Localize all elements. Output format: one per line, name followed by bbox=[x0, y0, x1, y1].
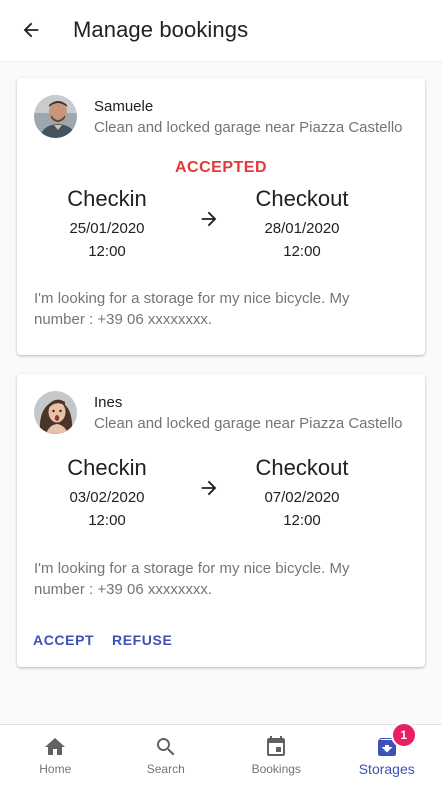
checkout-label: Checkout bbox=[222, 454, 382, 482]
avatar bbox=[34, 391, 77, 434]
checkout-date: 28/01/2020 bbox=[222, 219, 382, 239]
checkin-block: Checkin 03/02/2020 12:00 bbox=[27, 454, 187, 531]
status-badge: ACCEPTED bbox=[17, 159, 425, 177]
storage-name[interactable]: Clean and locked garage near Piazza Cast… bbox=[94, 119, 403, 136]
checkout-block: Checkout 28/01/2020 12:00 bbox=[222, 185, 382, 262]
booking-message: I'm looking for a storage for my nice bi… bbox=[34, 558, 384, 600]
user-name: Samuele bbox=[94, 98, 153, 115]
checkout-time: 12:00 bbox=[222, 242, 382, 262]
user-name: Ines bbox=[94, 394, 122, 411]
nav-label: Storages bbox=[359, 761, 415, 777]
checkin-date: 25/01/2020 bbox=[27, 219, 187, 239]
bottom-navigation: Home Search Bookings 1 Storages bbox=[0, 724, 442, 787]
nav-label: Bookings bbox=[252, 762, 301, 776]
page-title: Manage bookings bbox=[73, 17, 248, 43]
avatar bbox=[34, 95, 77, 138]
checkout-block: Checkout 07/02/2020 12:00 bbox=[222, 454, 382, 531]
checkin-label: Checkin bbox=[27, 454, 187, 482]
checkout-date: 07/02/2020 bbox=[222, 488, 382, 508]
nav-item-storages[interactable]: 1 Storages bbox=[332, 725, 442, 787]
app-bar: Manage bookings bbox=[0, 0, 442, 62]
checkin-time: 12:00 bbox=[27, 242, 187, 262]
refuse-button[interactable]: REFUSE bbox=[112, 632, 172, 648]
checkin-label: Checkin bbox=[27, 185, 187, 213]
calendar-icon bbox=[264, 735, 288, 759]
arrow-back-icon bbox=[20, 19, 42, 41]
checkin-date: 03/02/2020 bbox=[27, 488, 187, 508]
home-icon bbox=[43, 735, 67, 759]
booking-message: I'm looking for a storage for my nice bi… bbox=[34, 288, 384, 330]
nav-label: Search bbox=[147, 762, 185, 776]
nav-item-search[interactable]: Search bbox=[111, 725, 222, 787]
storage-icon-wrap: 1 bbox=[375, 735, 399, 759]
search-icon bbox=[154, 735, 178, 759]
arrow-forward-icon bbox=[198, 477, 220, 499]
checkin-block: Checkin 25/01/2020 12:00 bbox=[27, 185, 187, 262]
booking-card: Ines Clean and locked garage near Piazza… bbox=[17, 374, 425, 667]
nav-item-bookings[interactable]: Bookings bbox=[221, 725, 332, 787]
nav-label: Home bbox=[39, 762, 71, 776]
accept-button[interactable]: ACCEPT bbox=[33, 632, 94, 648]
back-button[interactable] bbox=[16, 15, 46, 45]
arrow-forward-icon bbox=[198, 208, 220, 230]
checkin-time: 12:00 bbox=[27, 511, 187, 531]
nav-item-home[interactable]: Home bbox=[0, 725, 111, 787]
checkout-label: Checkout bbox=[222, 185, 382, 213]
booking-card: Samuele Clean and locked garage near Pia… bbox=[17, 78, 425, 355]
bookings-list: Samuele Clean and locked garage near Pia… bbox=[0, 61, 442, 724]
checkout-time: 12:00 bbox=[222, 511, 382, 531]
storage-name[interactable]: Clean and locked garage near Piazza Cast… bbox=[94, 415, 403, 432]
notification-badge: 1 bbox=[391, 722, 417, 748]
